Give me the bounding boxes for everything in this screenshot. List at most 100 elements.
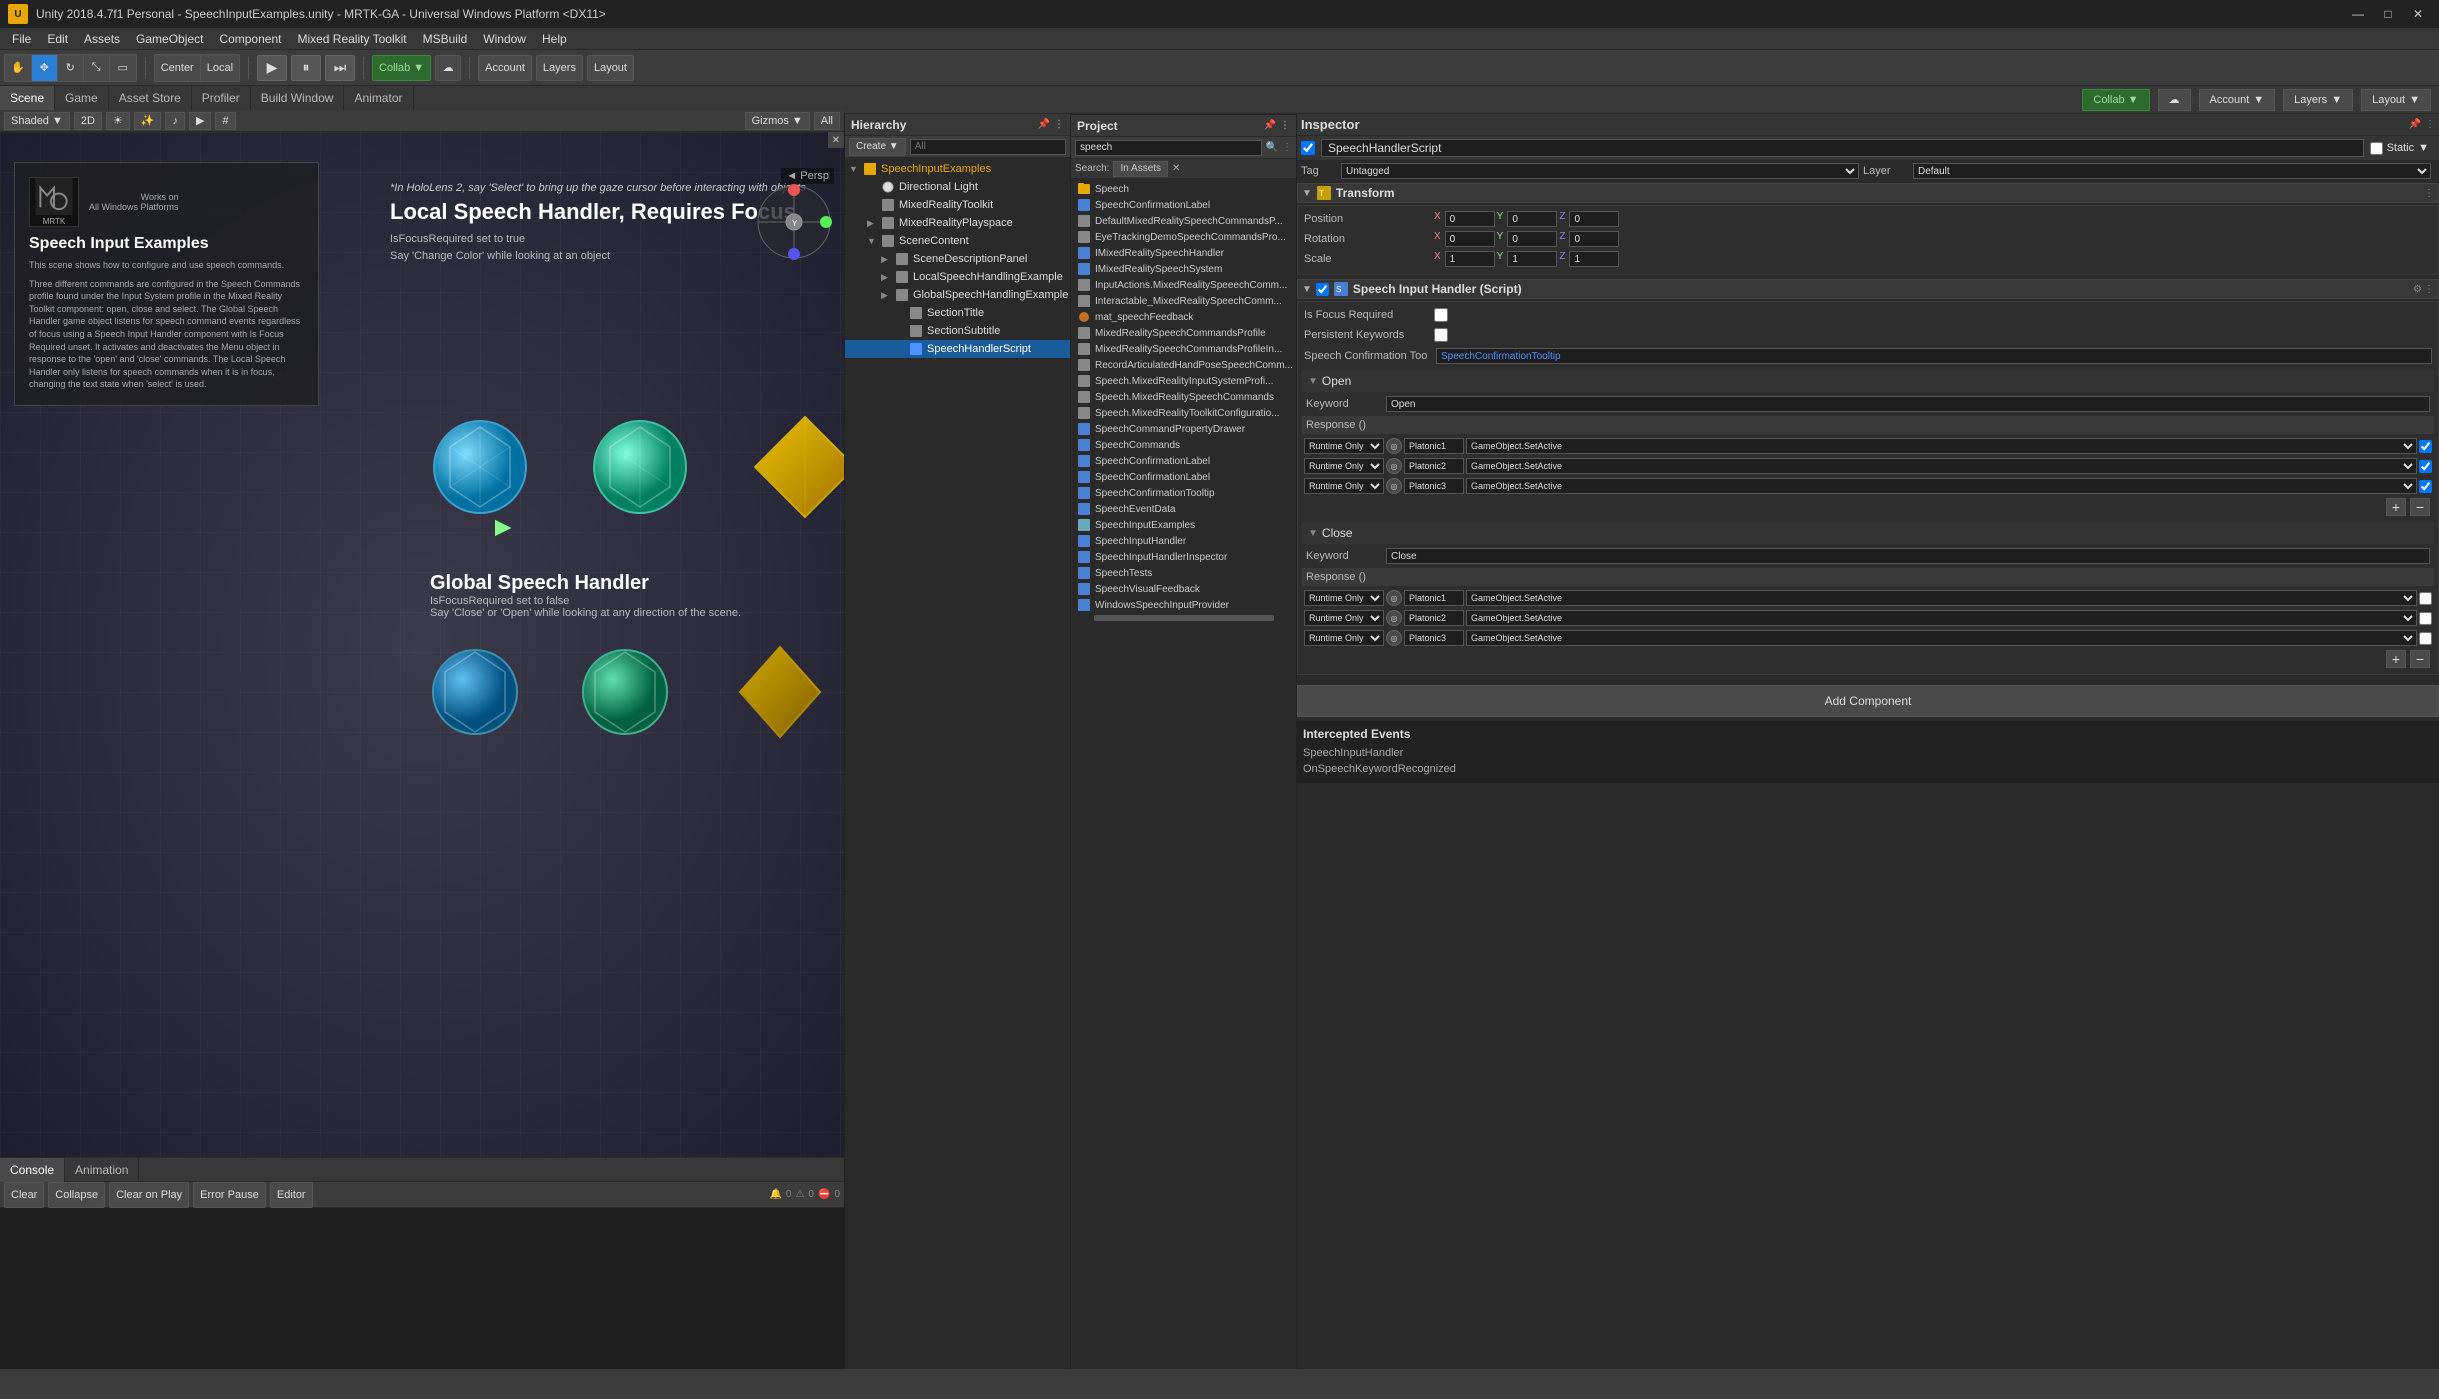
scale-tool[interactable]: ⤡: [84, 55, 110, 81]
scale-y[interactable]: [1507, 251, 1557, 267]
scene-close[interactable]: ✕: [828, 132, 844, 148]
close-obj-1[interactable]: [1404, 610, 1464, 626]
search-options[interactable]: ⋮: [1282, 142, 1292, 153]
obj-active-checkbox[interactable]: [1301, 141, 1315, 155]
window-controls[interactable]: — □ ✕: [2345, 5, 2431, 23]
close-button[interactable]: ✕: [2405, 5, 2431, 23]
tree-item-global-speech[interactable]: ▶ GlobalSpeechHandlingExample: [845, 286, 1070, 304]
project-item-5[interactable]: IMixedRealitySpeechSystem: [1071, 261, 1296, 277]
editor-button[interactable]: Editor: [270, 1182, 313, 1208]
open-remove-btn[interactable]: −: [2410, 498, 2430, 516]
gizmos-button[interactable]: Gizmos ▼: [745, 112, 810, 130]
game-tab[interactable]: Game: [55, 86, 109, 110]
cloud-btn[interactable]: ☁: [2158, 89, 2191, 111]
open-check-1[interactable]: [2419, 460, 2432, 473]
fx-button[interactable]: ✨: [134, 112, 162, 130]
close-section-header[interactable]: ▼ Close: [1302, 522, 2434, 544]
menu-item-help[interactable]: Help: [534, 30, 575, 48]
project-item-2[interactable]: DefaultMixedRealitySpeechCommandsP...: [1071, 213, 1296, 229]
keyword-input-open[interactable]: [1386, 396, 2430, 412]
project-item-3[interactable]: EyeTrackingDemoSpeechCommandsPro...: [1071, 229, 1296, 245]
project-item-23[interactable]: SpeechTests: [1071, 565, 1296, 581]
open-obj-1[interactable]: [1404, 458, 1464, 474]
project-item-8[interactable]: MixedRealitySpeechCommandsProfile: [1071, 325, 1296, 341]
open-obj-btn-1[interactable]: ◎: [1386, 458, 1402, 474]
project-item-22[interactable]: SpeechInputHandlerInspector: [1071, 549, 1296, 565]
global-button[interactable]: Local: [201, 55, 239, 81]
audio-button[interactable]: ♪: [165, 112, 185, 130]
project-item-25[interactable]: WindowsSpeechInputProvider: [1071, 597, 1296, 613]
close-obj-btn-1[interactable]: ◎: [1386, 610, 1402, 626]
project-item-9[interactable]: MixedRealitySpeechCommandsProfileIn...: [1071, 341, 1296, 357]
project-item-11[interactable]: Speech.MixedRealityInputSystemProfi...: [1071, 373, 1296, 389]
search-icon[interactable]: 🔍: [1266, 142, 1278, 153]
open-obj-2[interactable]: [1404, 478, 1464, 494]
open-runtime-2[interactable]: Runtime Only: [1304, 478, 1384, 494]
speech-gear[interactable]: ⚙: [2413, 284, 2422, 295]
close-obj-btn-0[interactable]: ◎: [1386, 590, 1402, 606]
in-assets-filter[interactable]: In Assets: [1113, 161, 1168, 177]
project-pin[interactable]: 📌: [1264, 120, 1276, 131]
project-menu[interactable]: ⋮: [1280, 120, 1290, 131]
focus-required-checkbox[interactable]: [1434, 308, 1448, 322]
layout-btn[interactable]: Layout ▼: [2361, 89, 2431, 111]
all-button[interactable]: All: [814, 112, 840, 130]
center-button[interactable]: Center: [155, 55, 201, 81]
clear-button[interactable]: Clear: [4, 1182, 44, 1208]
static-checkbox[interactable]: [2370, 142, 2383, 155]
speech-input-header[interactable]: ▼ S Speech Input Handler (Script) ⚙ ⋮: [1297, 279, 2439, 299]
tree-item-mrtk[interactable]: MixedRealityToolkit: [845, 196, 1070, 214]
project-item-15[interactable]: SpeechCommands: [1071, 437, 1296, 453]
menu-item-edit[interactable]: Edit: [39, 30, 76, 48]
animation-tab[interactable]: Animation: [65, 1158, 139, 1182]
tree-item-section-title[interactable]: SectionTitle: [845, 304, 1070, 322]
hierarchy-search[interactable]: [910, 139, 1066, 155]
tree-item-playspace[interactable]: ▶ MixedRealityPlayspace: [845, 214, 1070, 232]
open-func-2[interactable]: GameObject.SetActive: [1466, 478, 2417, 494]
2d-button[interactable]: 2D: [74, 112, 102, 130]
project-item-17[interactable]: SpeechConfirmationLabel: [1071, 469, 1296, 485]
play-button[interactable]: ▶: [257, 55, 287, 81]
menu-item-window[interactable]: Window: [475, 30, 534, 48]
menu-item-file[interactable]: File: [4, 30, 39, 48]
open-runtime-1[interactable]: Runtime Only: [1304, 458, 1384, 474]
menu-item-component[interactable]: Component: [211, 30, 289, 48]
open-obj-btn-0[interactable]: ◎: [1386, 438, 1402, 454]
close-remove-btn[interactable]: −: [2410, 650, 2430, 668]
menu-item-assets[interactable]: Assets: [76, 30, 128, 48]
tree-item-dir-light[interactable]: Directional Light: [845, 178, 1070, 196]
cloud-button[interactable]: ☁: [435, 55, 461, 81]
menu-item-msbuild[interactable]: MSBuild: [415, 30, 476, 48]
build-window-tab[interactable]: Build Window: [251, 86, 345, 110]
rotate-tool[interactable]: ↻: [58, 55, 84, 81]
project-item-21[interactable]: SpeechInputHandler: [1071, 533, 1296, 549]
speech-enabled-checkbox[interactable]: [1316, 283, 1329, 296]
project-item-12[interactable]: Speech.MixedRealitySpeechCommands: [1071, 389, 1296, 405]
open-check-2[interactable]: [2419, 480, 2432, 493]
scene-canvas[interactable]: MRTK Works on All Windows Platforms Spee…: [0, 132, 844, 1157]
open-obj-0[interactable]: [1404, 438, 1464, 454]
close-check-1[interactable]: [2419, 612, 2432, 625]
close-obj-2[interactable]: [1404, 630, 1464, 646]
hand-tool[interactable]: ✋: [5, 55, 32, 81]
position-y[interactable]: [1507, 211, 1557, 227]
layers-btn[interactable]: Layers ▼: [2283, 89, 2353, 111]
project-item-1[interactable]: SpeechConfirmationLabel: [1071, 197, 1296, 213]
open-add-btn[interactable]: +: [2386, 498, 2406, 516]
close-func-1[interactable]: GameObject.SetActive: [1466, 610, 2417, 626]
close-obj-0[interactable]: [1404, 590, 1464, 606]
scale-z[interactable]: [1569, 251, 1619, 267]
project-item-4[interactable]: IMixedRealitySpeechHandler: [1071, 245, 1296, 261]
transform-header[interactable]: ▼ T Transform ⋮: [1297, 183, 2439, 203]
menu-item-mixed reality toolkit[interactable]: Mixed Reality Toolkit: [289, 30, 414, 48]
inspector-menu[interactable]: ⋮: [2425, 119, 2435, 130]
close-obj-btn-2[interactable]: ◎: [1386, 630, 1402, 646]
tree-item-speech-handler[interactable]: SpeechHandlerScript: [845, 340, 1070, 358]
tree-item-section-sub[interactable]: SectionSubtitle: [845, 322, 1070, 340]
close-runtime-2[interactable]: Runtime Only: [1304, 630, 1384, 646]
speech-menu[interactable]: ⋮: [2424, 284, 2434, 295]
project-item-speech[interactable]: Speech: [1071, 181, 1296, 197]
pause-button[interactable]: ⏸: [291, 55, 321, 81]
animator-tab[interactable]: Animator: [344, 86, 413, 110]
project-item-13[interactable]: Speech.MixedRealityToolkitConfiguratio..…: [1071, 405, 1296, 421]
